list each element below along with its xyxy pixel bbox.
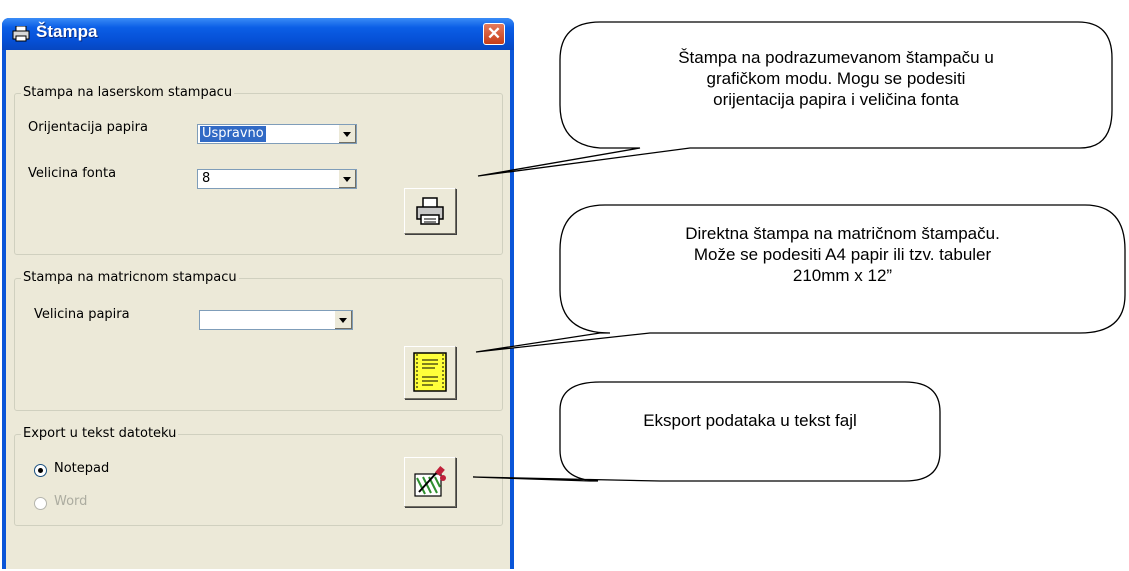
export-callout-text: Eksport podataka u tekst fajl bbox=[560, 410, 940, 431]
matrix-callout-line-3: 210mm x 12” bbox=[792, 266, 893, 285]
export-callout-line-1: Eksport podataka u tekst fajl bbox=[643, 411, 857, 430]
export-callout-bubble bbox=[472, 381, 941, 482]
matrix-callout-line-2: Može se podesiti A4 papir ili tzv. tabul… bbox=[693, 245, 992, 264]
laser-callout-line-2: grafičkom modu. Mogu se podesiti bbox=[706, 69, 966, 88]
laser-callout-line-3: orijentacija papira i veličina fonta bbox=[713, 90, 959, 109]
laser-callout-line-1: Štampa na podrazumevanom štampaču u bbox=[678, 48, 994, 67]
matrix-callout-line-1: Direktna štampa na matričnom štampaču. bbox=[685, 224, 1000, 243]
matrix-callout-text: Direktna štampa na matričnom štampaču. M… bbox=[560, 223, 1125, 286]
laser-callout-text: Štampa na podrazumevanom štampaču u graf… bbox=[560, 47, 1112, 110]
